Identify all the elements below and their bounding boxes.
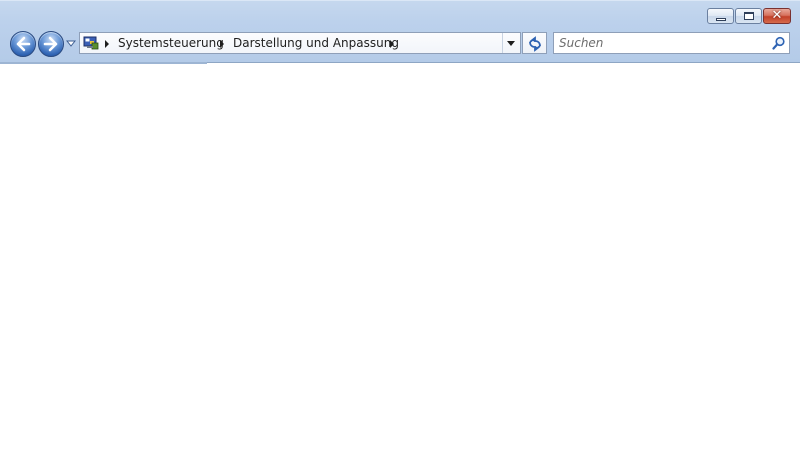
frame-highlight [0, 0, 800, 1]
magnifier-icon[interactable] [772, 36, 786, 50]
breadcrumb-separator-icon[interactable] [390, 40, 394, 48]
content-area [0, 64, 800, 450]
close-button[interactable]: ✕ [763, 8, 791, 24]
close-icon: ✕ [771, 8, 783, 23]
search-input[interactable] [554, 33, 766, 53]
caption-buttons: ✕ [707, 8, 791, 24]
maximize-icon [744, 12, 754, 20]
window-title-bar[interactable]: ✕ Systemsteuerung Darstellung und Anpass… [0, 0, 800, 63]
breadcrumb-item-darstellung[interactable]: Darstellung und Anpassung [233, 36, 399, 51]
control-panel-icon [83, 36, 99, 50]
address-bar[interactable]: Systemsteuerung Darstellung und Anpassun… [79, 32, 521, 54]
refresh-button[interactable] [522, 32, 547, 54]
maximize-button[interactable] [735, 8, 762, 24]
refresh-icon [529, 36, 541, 52]
back-arrow-icon [16, 36, 31, 52]
back-button[interactable] [10, 31, 36, 57]
minimize-button[interactable] [707, 8, 734, 24]
breadcrumb-separator-icon[interactable] [105, 40, 109, 48]
minimize-icon [716, 18, 726, 21]
search-box[interactable] [553, 32, 790, 54]
recent-pages-dropdown-icon[interactable] [66, 40, 76, 48]
breadcrumb-item-systemsteuerung[interactable]: Systemsteuerung [118, 36, 224, 51]
forward-arrow-icon [43, 36, 58, 52]
forward-button[interactable] [38, 31, 64, 57]
address-divider [502, 33, 503, 53]
address-history-dropdown-icon[interactable] [507, 41, 515, 46]
breadcrumb-separator-icon[interactable] [220, 40, 224, 48]
